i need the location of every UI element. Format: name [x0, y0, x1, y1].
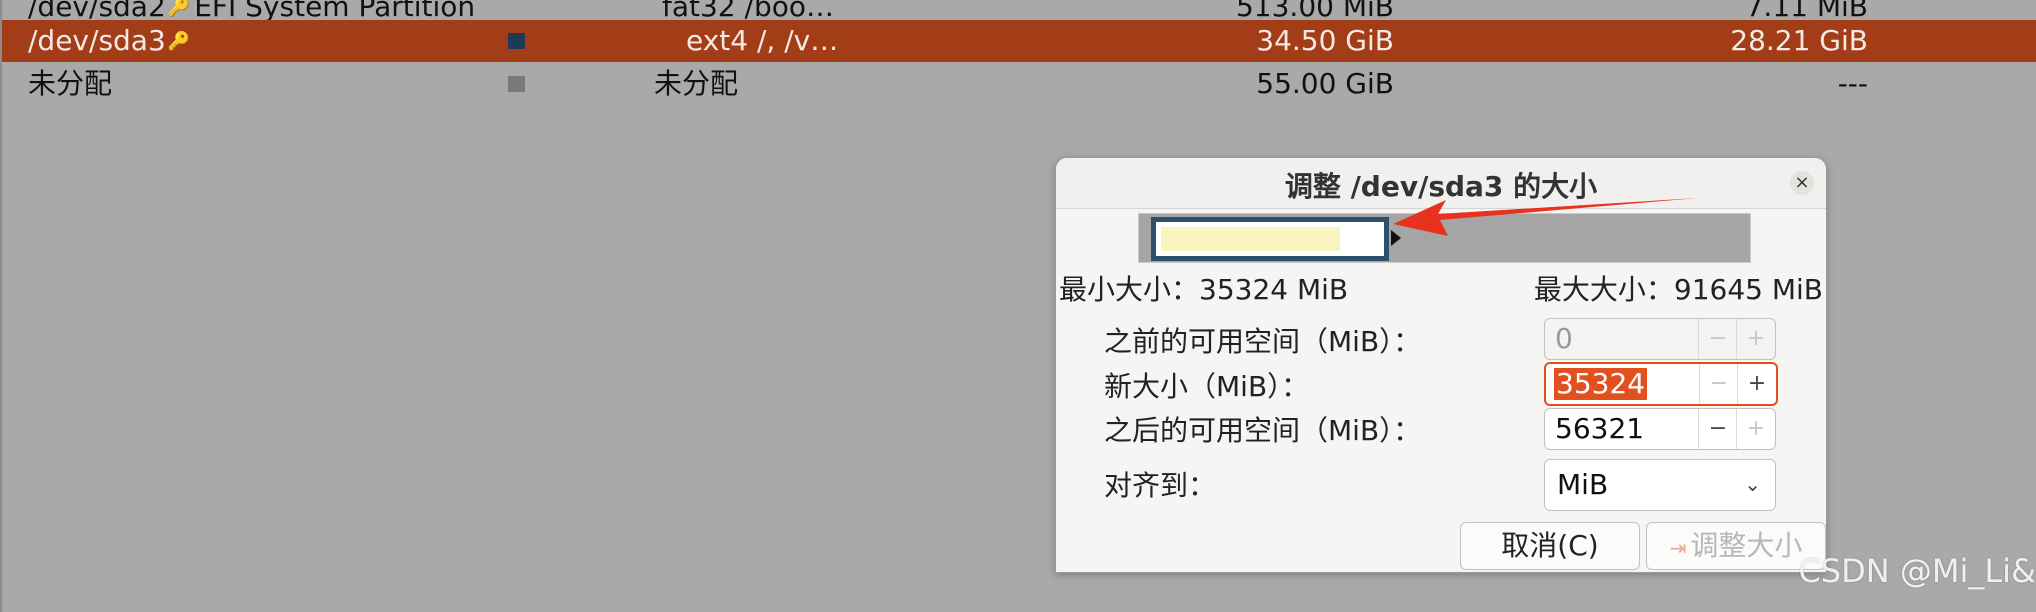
used-cell: --- — [1837, 67, 1868, 100]
decrement-icon[interactable]: − — [1698, 409, 1737, 449]
align-value: MiB — [1557, 468, 1609, 501]
new-size-spinbutton[interactable]: 35324 − + — [1544, 362, 1778, 406]
filesystem-color-swatch — [508, 76, 525, 92]
annotation-arrow-icon — [1393, 198, 1698, 236]
min-size-label: 最小大小：35324 MiB — [1059, 273, 1349, 306]
filesystem-cell: ext4 /, /v… — [686, 24, 839, 57]
size-cell: 55.00 GiB — [1256, 67, 1394, 100]
new-size-label: 新大小（MiB）： — [1104, 370, 1310, 403]
resize-button-label: 调整大小 — [1690, 529, 1803, 562]
cancel-button[interactable]: 取消(C) — [1460, 522, 1640, 570]
partition-name: /dev/sda3 — [28, 24, 166, 57]
free-before-label: 之前的可用空间（MiB）： — [1104, 325, 1422, 358]
decrement-icon: − — [1698, 319, 1737, 359]
filesystem-cell: 未分配 — [654, 67, 739, 100]
watermark: CSDN @Mi_Li& — [1798, 552, 2036, 590]
partition-name-cell: /dev/sda3 🔑 — [28, 20, 190, 63]
free-before-spinbutton: 0 − + — [1544, 318, 1776, 360]
key-icon: 🔑 — [167, 31, 191, 52]
align-select[interactable]: MiB ⌄ — [1544, 459, 1776, 511]
chevron-down-icon: ⌄ — [1744, 472, 1761, 496]
partition-row[interactable]: 未分配 未分配 55.00 GiB --- — [2, 63, 2036, 105]
filesystem-color-swatch — [508, 33, 525, 49]
new-size-value[interactable]: 35324 — [1554, 368, 1648, 400]
free-after-label: 之后的可用空间（MiB）： — [1104, 414, 1422, 447]
increment-icon: + — [1736, 409, 1775, 449]
partition-row-selected[interactable]: /dev/sda3 🔑 ext4 /, /v… 34.50 GiB 28.21 G… — [2, 20, 2036, 62]
key-icon: 🔑 — [167, 0, 191, 18]
increment-icon: + — [1736, 319, 1775, 359]
free-before-value: 0 — [1555, 322, 1573, 355]
used-cell: 28.21 GiB — [1730, 24, 1868, 57]
increment-icon[interactable]: + — [1737, 364, 1776, 404]
free-after-value[interactable]: 56321 — [1555, 413, 1644, 445]
size-cell: 34.50 GiB — [1256, 24, 1394, 57]
resize-dialog: 调整 /dev/sda3 的大小 × 最小大小：35324 MiB 最大大小：9… — [1055, 157, 1827, 573]
align-label: 对齐到： — [1104, 469, 1217, 502]
partition-name: 未分配 — [28, 67, 113, 100]
free-after-spinbutton[interactable]: 56321 − + — [1544, 408, 1776, 450]
resize-icon: ⇥ — [1669, 536, 1687, 560]
decrement-icon: − — [1699, 364, 1738, 404]
max-size-label: 最大大小：91645 MiB — [1533, 273, 1823, 306]
